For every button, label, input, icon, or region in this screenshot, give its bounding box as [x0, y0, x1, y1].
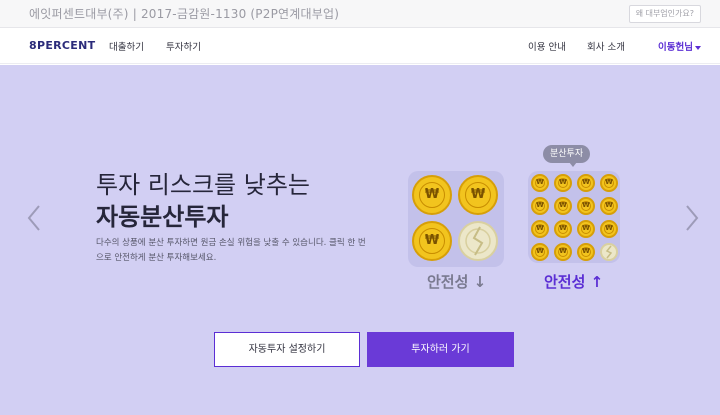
coin-icon: ₩ — [554, 197, 572, 215]
coin-icon: ₩ — [577, 243, 595, 261]
help-button[interactable]: 왜 대부업인가요? — [628, 5, 701, 23]
caret-down-icon — [694, 45, 701, 50]
coin-icon: ₩ — [600, 174, 618, 192]
nav-loan[interactable]: 대출하기 — [109, 39, 144, 53]
coin-icon: ₩ — [600, 220, 618, 238]
coin-icon: ₩ — [577, 174, 595, 192]
headline-line2: 자동분산투자 — [96, 203, 229, 231]
nav-invest[interactable]: 투자하기 — [166, 39, 201, 53]
coin-icon: ₩ — [458, 175, 498, 215]
go-invest-button[interactable]: 투자하러 가기 — [367, 332, 514, 367]
nav-guide[interactable]: 이용 안내 — [528, 39, 566, 53]
chevron-left-icon — [27, 205, 40, 231]
chevron-right-icon — [686, 205, 699, 231]
badge-pointer — [569, 162, 577, 167]
safety-low-label: 안전성 ↓ — [427, 273, 487, 291]
diversify-badge: 분산투자 — [543, 145, 591, 163]
coin-icon: ₩ — [531, 243, 549, 261]
coin-icon: ₩ — [531, 174, 549, 192]
diversified-coins-card: ₩ ₩ ₩ ₩ ₩ ₩ ₩ ₩ ₩ ₩ ₩ ₩ ₩ ₩ ₩ — [528, 171, 620, 263]
broken-coin-icon — [458, 221, 498, 261]
coin-icon: ₩ — [554, 174, 572, 192]
concentrated-coins-card: ₩ ₩ ₩ — [408, 171, 504, 267]
hero-headline: 투자 리스크를 낮추는 자동분산투자 — [96, 169, 310, 233]
auto-invest-setup-button[interactable]: 자동투자 설정하기 — [214, 332, 360, 367]
safety-high-label: 안전성 ↑ — [544, 273, 604, 291]
hero-banner: 투자 리스크를 낮추는 자동분산투자 다수의 상품에 분산 투자하면 원금 손실… — [0, 65, 720, 415]
coin-icon: ₩ — [600, 197, 618, 215]
user-name: 이동헌님 — [658, 42, 693, 53]
coin-icon: ₩ — [531, 197, 549, 215]
coin-icon: ₩ — [554, 220, 572, 238]
coin-icon: ₩ — [531, 220, 549, 238]
coin-icon: ₩ — [412, 175, 452, 215]
headline-line1: 투자 리스크를 낮추는 — [96, 171, 310, 199]
coin-icon: ₩ — [412, 221, 452, 261]
coin-icon: ₩ — [577, 197, 595, 215]
main-nav: 8PERCENT 대출하기 투자하기 이용 안내 회사 소개 이동헌님 — [0, 28, 720, 64]
carousel-next[interactable] — [684, 204, 700, 232]
carousel-prev[interactable] — [26, 204, 42, 232]
hero-description: 다수의 상품에 분산 투자하면 원금 손실 위험을 낮출 수 있습니다. 클릭 … — [96, 238, 366, 263]
company-registration: 에잇퍼센트대부(주) | 2017-금감원-1130 (P2P연계대부업) — [29, 7, 340, 21]
user-menu[interactable]: 이동헌님 — [658, 39, 701, 53]
broken-coin-icon — [600, 243, 618, 261]
coin-icon: ₩ — [577, 220, 595, 238]
logo[interactable]: 8PERCENT — [29, 39, 95, 52]
nav-about[interactable]: 회사 소개 — [587, 39, 625, 53]
top-info-bar: 에잇퍼센트대부(주) | 2017-금감원-1130 (P2P연계대부업) 왜 … — [0, 0, 720, 28]
coin-icon: ₩ — [554, 243, 572, 261]
